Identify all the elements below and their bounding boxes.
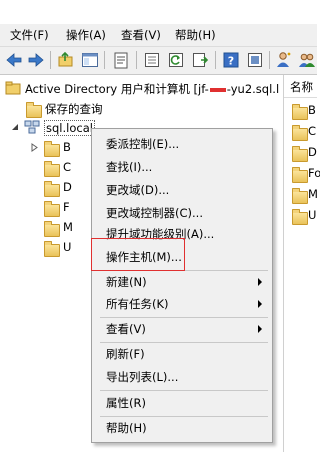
tree-root-node[interactable]: Active Directory 用户和计算机 [jf- -yu2.sql.l	[25, 81, 279, 97]
menu-item-refresh[interactable]: 刷新(F)	[106, 345, 145, 363]
menu-separator	[100, 390, 268, 391]
tree-domain-node[interactable]: sql.local	[44, 120, 95, 136]
menu-item-export-list[interactable]: 导出列表(L)...	[106, 368, 178, 386]
list-item[interactable]: M	[308, 187, 318, 201]
folder-icon	[44, 221, 60, 237]
folder-icon	[292, 146, 308, 162]
menu-item-new[interactable]: 新建(N)	[106, 273, 147, 291]
menu-view[interactable]: 查看(V)	[121, 27, 161, 43]
folder-icon	[26, 102, 42, 118]
help-topics-icon[interactable]	[245, 50, 265, 70]
context-menu: 委派控制(E)... 查找(I)... 更改域(D)... 更改域控制器(C).…	[91, 128, 273, 443]
back-arrow-icon[interactable]	[4, 50, 24, 70]
toolbar: ?	[0, 47, 317, 75]
title-bar	[0, 0, 317, 24]
annotation-highlight-box	[91, 238, 185, 271]
toolbar-separator	[50, 51, 51, 69]
menu-item-all-tasks[interactable]: 所有任务(K)	[106, 295, 169, 313]
menu-item-properties[interactable]: 属性(R)	[106, 394, 146, 412]
toolbar-separator	[269, 51, 270, 69]
toolbar-separator	[104, 51, 105, 69]
tree-root-label: Active Directory 用户和计算机 [jf-	[25, 82, 209, 96]
add-user-icon[interactable]	[274, 50, 294, 70]
list-item[interactable]: U	[308, 208, 316, 222]
list-item[interactable]: B	[308, 103, 316, 117]
menu-bar: 文件(F) 操作(A) 查看(V) 帮助(H)	[0, 24, 317, 47]
tree-root-label-suffix: -yu2.sql.l	[226, 82, 280, 96]
list-item[interactable]: D	[308, 145, 317, 159]
folder-icon	[44, 201, 60, 217]
tree-child-c[interactable]: C	[63, 160, 71, 174]
folder-icon	[44, 141, 60, 157]
collapse-arrow-icon[interactable]	[11, 123, 19, 131]
toolbar-separator	[136, 51, 137, 69]
menu-separator	[100, 416, 268, 417]
menu-item-change-domain[interactable]: 更改域(D)...	[106, 181, 169, 199]
column-header-name: 名称	[290, 80, 313, 94]
svg-text:?: ?	[228, 55, 234, 68]
menu-item-help[interactable]: 帮助(H)	[106, 419, 147, 437]
tree-child-m[interactable]: M	[63, 220, 73, 234]
menu-separator	[100, 342, 268, 343]
properties-icon[interactable]	[142, 50, 162, 70]
folder-icon	[44, 181, 60, 197]
add-group-icon[interactable]	[297, 50, 317, 70]
context-menu-gutter	[92, 129, 96, 442]
forward-arrow-icon[interactable]	[26, 50, 46, 70]
submenu-arrow-icon	[258, 278, 262, 286]
folder-icon	[292, 188, 308, 204]
menu-separator	[100, 317, 268, 318]
domain-icon	[24, 120, 40, 134]
menu-file[interactable]: 文件(F)	[10, 27, 49, 43]
folder-icon	[44, 161, 60, 177]
tree-child-f[interactable]: F	[63, 200, 70, 214]
tree-child-u[interactable]: U	[63, 240, 71, 254]
folder-icon	[292, 104, 308, 120]
folder-icon	[44, 241, 60, 257]
menu-item-find[interactable]: 查找(I)...	[106, 158, 152, 176]
list-item[interactable]: C	[308, 124, 316, 138]
menu-item-delegate-control[interactable]: 委派控制(E)...	[106, 135, 179, 153]
ad-users-computers-icon	[5, 81, 21, 95]
help-icon[interactable]: ?	[221, 50, 241, 70]
refresh-icon[interactable]	[166, 50, 186, 70]
column-header[interactable]: 名称	[284, 75, 317, 98]
submenu-arrow-icon	[258, 325, 262, 333]
console-tree-icon[interactable]	[80, 50, 100, 70]
tree-child-b[interactable]: B	[63, 140, 71, 154]
folder-icon	[292, 125, 308, 141]
tree-saved-queries[interactable]: 保存的查询	[45, 101, 103, 117]
toolbar-separator	[215, 51, 216, 69]
menu-help[interactable]: 帮助(H)	[175, 27, 216, 43]
details-pane: B C D Fo M U	[284, 75, 320, 452]
expand-arrow-icon[interactable]	[31, 143, 38, 152]
redaction-mark	[209, 87, 226, 92]
export-list-icon[interactable]	[190, 50, 210, 70]
list-item[interactable]: Fo	[308, 166, 320, 180]
tree-child-d[interactable]: D	[63, 180, 72, 194]
folder-icon	[292, 167, 308, 183]
submenu-arrow-icon	[258, 300, 262, 308]
folder-icon	[292, 209, 308, 225]
menu-item-change-dc[interactable]: 更改域控制器(C)...	[106, 204, 203, 222]
up-folder-icon[interactable]	[56, 50, 76, 70]
menu-item-view[interactable]: 查看(V)	[106, 320, 146, 338]
menu-action[interactable]: 操作(A)	[66, 27, 106, 43]
clipboard-icon[interactable]	[111, 50, 131, 70]
